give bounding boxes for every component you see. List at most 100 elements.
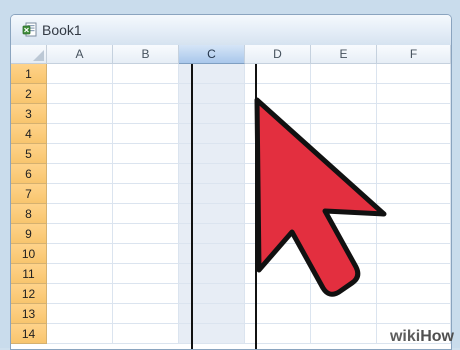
cell-c6[interactable] — [179, 164, 245, 184]
cell-b8[interactable] — [113, 204, 179, 224]
cell-f14[interactable] — [377, 324, 451, 344]
cell-b12[interactable] — [113, 284, 179, 304]
cell-c4[interactable] — [179, 124, 245, 144]
cell-a5[interactable] — [47, 144, 113, 164]
cell-e7[interactable] — [311, 184, 377, 204]
cell-a1[interactable] — [47, 64, 113, 84]
cell-f2[interactable] — [377, 84, 451, 104]
cell-d9[interactable] — [245, 224, 311, 244]
cell-a3[interactable] — [47, 104, 113, 124]
cell-f13[interactable] — [377, 304, 451, 324]
cell-c14[interactable] — [179, 324, 245, 344]
row-header-9[interactable]: 9 — [11, 224, 47, 244]
column-header-f[interactable]: F — [377, 45, 451, 64]
cell-b4[interactable] — [113, 124, 179, 144]
cell-e5[interactable] — [311, 144, 377, 164]
cell-f9[interactable] — [377, 224, 451, 244]
cell-c12[interactable] — [179, 284, 245, 304]
cell-d5[interactable] — [245, 144, 311, 164]
cell-a6[interactable] — [47, 164, 113, 184]
cell-a4[interactable] — [47, 124, 113, 144]
cell-e4[interactable] — [311, 124, 377, 144]
cell-a8[interactable] — [47, 204, 113, 224]
cell-c2[interactable] — [179, 84, 245, 104]
cell-f5[interactable] — [377, 144, 451, 164]
cell-e11[interactable] — [311, 264, 377, 284]
cell-c13[interactable] — [179, 304, 245, 324]
select-all-button[interactable] — [11, 45, 47, 64]
cell-c8[interactable] — [179, 204, 245, 224]
cell-c9[interactable] — [179, 224, 245, 244]
cell-d4[interactable] — [245, 124, 311, 144]
column-header-d[interactable]: D — [245, 45, 311, 64]
cell-d13[interactable] — [245, 304, 311, 324]
column-header-c[interactable]: C — [179, 45, 245, 64]
cell-c7[interactable] — [179, 184, 245, 204]
cell-c10[interactable] — [179, 244, 245, 264]
cell-d12[interactable] — [245, 284, 311, 304]
cell-d3[interactable] — [245, 104, 311, 124]
cell-e1[interactable] — [311, 64, 377, 84]
column-header-e[interactable]: E — [311, 45, 377, 64]
cell-d7[interactable] — [245, 184, 311, 204]
cell-e3[interactable] — [311, 104, 377, 124]
cell-f8[interactable] — [377, 204, 451, 224]
cell-d6[interactable] — [245, 164, 311, 184]
row-header-10[interactable]: 10 — [11, 244, 47, 264]
cell-c5[interactable] — [179, 144, 245, 164]
cell-b1[interactable] — [113, 64, 179, 84]
cell-a10[interactable] — [47, 244, 113, 264]
row-header-11[interactable]: 11 — [11, 264, 47, 284]
cell-e10[interactable] — [311, 244, 377, 264]
row-header-7[interactable]: 7 — [11, 184, 47, 204]
row-header-12[interactable]: 12 — [11, 284, 47, 304]
cell-b14[interactable] — [113, 324, 179, 344]
cell-d11[interactable] — [245, 264, 311, 284]
row-header-13[interactable]: 13 — [11, 304, 47, 324]
cell-e9[interactable] — [311, 224, 377, 244]
cell-d8[interactable] — [245, 204, 311, 224]
cell-b7[interactable] — [113, 184, 179, 204]
cell-b6[interactable] — [113, 164, 179, 184]
cell-f3[interactable] — [377, 104, 451, 124]
cell-d2[interactable] — [245, 84, 311, 104]
cell-b11[interactable] — [113, 264, 179, 284]
cell-e2[interactable] — [311, 84, 377, 104]
cell-b10[interactable] — [113, 244, 179, 264]
cell-e14[interactable] — [311, 324, 377, 344]
cell-b2[interactable] — [113, 84, 179, 104]
cell-b9[interactable] — [113, 224, 179, 244]
column-header-a[interactable]: A — [47, 45, 113, 64]
row-header-3[interactable]: 3 — [11, 104, 47, 124]
row-header-8[interactable]: 8 — [11, 204, 47, 224]
cell-b3[interactable] — [113, 104, 179, 124]
cell-a2[interactable] — [47, 84, 113, 104]
cell-f4[interactable] — [377, 124, 451, 144]
cell-a9[interactable] — [47, 224, 113, 244]
cell-b5[interactable] — [113, 144, 179, 164]
cell-e12[interactable] — [311, 284, 377, 304]
cell-d10[interactable] — [245, 244, 311, 264]
cell-c11[interactable] — [179, 264, 245, 284]
cell-f12[interactable] — [377, 284, 451, 304]
cell-a13[interactable] — [47, 304, 113, 324]
cell-f11[interactable] — [377, 264, 451, 284]
cell-a14[interactable] — [47, 324, 113, 344]
row-header-2[interactable]: 2 — [11, 84, 47, 104]
cell-f10[interactable] — [377, 244, 451, 264]
cell-b13[interactable] — [113, 304, 179, 324]
row-header-6[interactable]: 6 — [11, 164, 47, 184]
cell-e13[interactable] — [311, 304, 377, 324]
cell-f1[interactable] — [377, 64, 451, 84]
row-header-14[interactable]: 14 — [11, 324, 47, 344]
row-header-4[interactable]: 4 — [11, 124, 47, 144]
row-header-5[interactable]: 5 — [11, 144, 47, 164]
cell-a11[interactable] — [47, 264, 113, 284]
cell-a7[interactable] — [47, 184, 113, 204]
column-header-b[interactable]: B — [113, 45, 179, 64]
cell-d14[interactable] — [245, 324, 311, 344]
cell-e8[interactable] — [311, 204, 377, 224]
cell-a12[interactable] — [47, 284, 113, 304]
cell-d1[interactable] — [245, 64, 311, 84]
cell-c3[interactable] — [179, 104, 245, 124]
